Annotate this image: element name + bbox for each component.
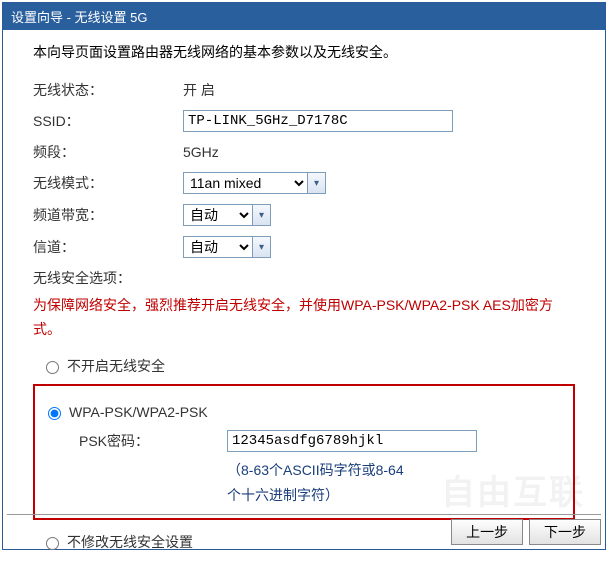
- security-section-label: 无线安全选项：: [33, 268, 575, 288]
- intro-text: 本向导页面设置路由器无线网络的基本参数以及无线安全。: [33, 42, 575, 62]
- radio-security-off-label: 不开启无线安全: [67, 356, 165, 376]
- bandwidth-select[interactable]: 自动: [183, 204, 253, 226]
- chevron-down-icon[interactable]: ▾: [308, 172, 326, 194]
- status-value: 开 启: [183, 80, 575, 100]
- band-label: 频段：: [33, 142, 183, 162]
- channel-label: 信道：: [33, 237, 183, 257]
- wpa-highlight-box: WPA-PSK/WPA2-PSK PSK密码： （8-63个ASCII码字符或8…: [33, 384, 575, 520]
- psk-label: PSK密码：: [79, 431, 227, 451]
- channel-select[interactable]: 自动: [183, 236, 253, 258]
- status-label: 无线状态：: [33, 80, 183, 100]
- chevron-down-icon[interactable]: ▾: [253, 204, 271, 226]
- title-bar: 设置向导 - 无线设置 5G: [3, 3, 605, 30]
- radio-security-off[interactable]: [46, 361, 59, 374]
- psk-hint-line1: （8-63个ASCII码字符或8-64: [227, 462, 404, 478]
- security-warning: 为保障网络安全，强烈推荐开启无线安全，并使用WPA-PSK/WPA2-PSK A…: [33, 294, 575, 342]
- ssid-input[interactable]: [183, 110, 453, 132]
- next-button[interactable]: 下一步: [529, 519, 601, 545]
- ssid-label: SSID：: [33, 111, 183, 131]
- footer: 上一步 下一步: [7, 514, 601, 545]
- mode-select[interactable]: 11an mixed: [183, 172, 308, 194]
- psk-hint-line2: 个十六进制字符）: [227, 487, 339, 503]
- content-area: 本向导页面设置路由器无线网络的基本参数以及无线安全。 无线状态： 开 启 SSI…: [3, 30, 605, 570]
- radio-wpa-label: WPA-PSK/WPA2-PSK: [69, 404, 208, 420]
- radio-wpa[interactable]: [48, 407, 61, 420]
- psk-input[interactable]: [227, 430, 477, 452]
- band-value: 5GHz: [183, 144, 575, 160]
- mode-label: 无线模式：: [33, 173, 183, 193]
- chevron-down-icon[interactable]: ▾: [253, 236, 271, 258]
- bandwidth-label: 频道带宽：: [33, 205, 183, 225]
- wizard-panel: 设置向导 - 无线设置 5G 本向导页面设置路由器无线网络的基本参数以及无线安全…: [2, 2, 606, 550]
- prev-button[interactable]: 上一步: [451, 519, 523, 545]
